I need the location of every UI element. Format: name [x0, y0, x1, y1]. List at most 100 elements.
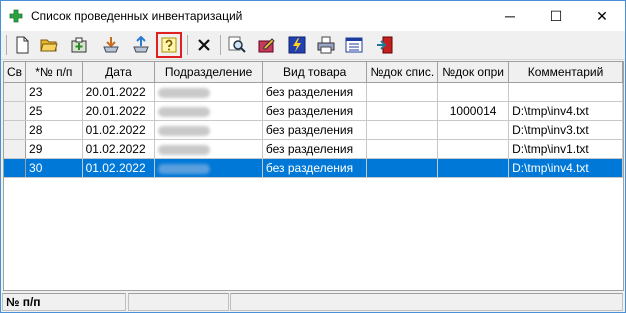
cell-receipt-doc — [437, 120, 510, 140]
col-header-receipt-doc[interactable]: №док опри — [437, 62, 510, 83]
cell-writeoff-doc — [366, 139, 439, 159]
cell-goods-type: без разделения — [262, 82, 368, 102]
app-cross-icon — [9, 9, 23, 23]
cell-department — [154, 101, 263, 121]
help-query-button[interactable] — [156, 32, 182, 58]
edit-button[interactable] — [255, 33, 279, 57]
exit-door-icon — [377, 36, 393, 54]
print-icon — [317, 36, 335, 54]
redacted-department — [158, 107, 211, 117]
toolbar — [1, 31, 625, 60]
title-bar: Список проведенных инвентаризаций ─ ☐ ✕ — [1, 1, 625, 31]
search-button[interactable] — [225, 33, 249, 57]
cell-date: 01.02.2022 — [82, 120, 156, 140]
toolbar-divider — [220, 35, 221, 55]
cell-receipt-doc — [437, 82, 510, 102]
cell-date: 20.01.2022 — [82, 101, 156, 121]
row-indicator[interactable] — [4, 101, 27, 121]
execute-lightning-icon — [288, 36, 306, 54]
redacted-department — [158, 126, 211, 136]
cell-num: 30 — [25, 158, 83, 178]
redacted-department — [158, 88, 211, 98]
minimize-button[interactable]: ─ — [487, 1, 533, 31]
edit-pencil-icon — [258, 38, 275, 53]
table-header: Св *№ п/п Дата Подразделение Вид товара … — [4, 62, 623, 83]
execute-button[interactable] — [285, 33, 309, 57]
add-item-icon — [71, 37, 87, 53]
new-document-button[interactable] — [10, 33, 34, 57]
cell-comment — [508, 82, 623, 102]
cell-department — [154, 120, 263, 140]
cell-goods-type: без разделения — [262, 101, 368, 121]
status-bar: № п/п — [1, 291, 625, 312]
cell-comment: D:\tmp\inv1.txt — [508, 139, 623, 159]
cell-comment: D:\tmp\inv4.txt — [508, 158, 623, 178]
status-field-3 — [230, 293, 623, 311]
search-magnifier-icon — [228, 36, 246, 53]
toolbar-divider — [6, 35, 7, 55]
maximize-button[interactable]: ☐ — [533, 1, 579, 31]
export-button[interactable] — [129, 33, 153, 57]
col-header-num[interactable]: *№ п/п — [25, 62, 83, 83]
cell-receipt-doc — [437, 139, 510, 159]
cell-goods-type: без разделения — [262, 120, 368, 140]
cell-num: 28 — [25, 120, 83, 140]
cell-num: 25 — [25, 101, 83, 121]
list-view-icon — [345, 37, 363, 53]
cell-writeoff-doc — [366, 101, 439, 121]
status-field-sort: № п/п — [2, 293, 126, 311]
cell-writeoff-doc — [366, 82, 439, 102]
cell-department — [154, 82, 263, 102]
delete-button[interactable] — [192, 33, 216, 57]
toolbar-divider — [187, 35, 188, 55]
row-indicator[interactable] — [4, 158, 27, 178]
cell-receipt-doc — [437, 158, 510, 178]
add-button[interactable] — [67, 33, 91, 57]
table-row[interactable]: 25 20.01.2022 без разделения 1000014 D:\… — [4, 101, 623, 121]
cell-date: 01.02.2022 — [82, 139, 156, 159]
table-row-selected[interactable]: 30 01.02.2022 без разделения D:\tmp\inv4… — [4, 158, 623, 178]
print-button[interactable] — [314, 33, 338, 57]
close-button[interactable]: ✕ — [579, 1, 625, 31]
table-row[interactable]: 28 01.02.2022 без разделения D:\tmp\inv3… — [4, 120, 623, 140]
cell-comment: D:\tmp\inv3.txt — [508, 120, 623, 140]
cell-date: 01.02.2022 — [82, 158, 156, 178]
app-window: Список проведенных инвентаризаций ─ ☐ ✕ — [0, 0, 626, 313]
col-header-sv[interactable]: Св — [4, 62, 27, 83]
row-indicator[interactable] — [4, 82, 27, 102]
cell-department — [154, 139, 263, 159]
col-header-department[interactable]: Подразделение — [154, 62, 263, 83]
cell-goods-type: без разделения — [262, 158, 368, 178]
col-header-goods-type[interactable]: Вид товара — [262, 62, 368, 83]
status-field-2 — [128, 293, 229, 311]
cell-receipt-doc: 1000014 — [437, 101, 510, 121]
col-header-date[interactable]: Дата — [82, 62, 156, 83]
help-query-icon — [161, 37, 177, 53]
exit-button[interactable] — [373, 33, 397, 57]
cell-department — [154, 158, 263, 178]
inventory-grid: Св *№ п/п Дата Подразделение Вид товара … — [4, 62, 623, 178]
redacted-department — [158, 164, 211, 174]
cell-comment: D:\tmp\inv4.txt — [508, 101, 623, 121]
table-row[interactable]: 23 20.01.2022 без разделения — [4, 82, 623, 102]
open-button[interactable] — [37, 33, 61, 57]
cell-num: 23 — [25, 82, 83, 102]
export-up-icon — [133, 36, 149, 53]
delete-x-icon — [198, 39, 210, 51]
cell-num: 29 — [25, 139, 83, 159]
row-indicator[interactable] — [4, 139, 27, 159]
import-down-icon — [103, 37, 119, 53]
cell-goods-type: без разделения — [262, 139, 368, 159]
redacted-department — [158, 145, 211, 155]
window-title: Список проведенных инвентаризаций — [31, 9, 243, 23]
open-folder-icon — [40, 39, 58, 52]
list-view-button[interactable] — [342, 33, 366, 57]
row-indicator[interactable] — [4, 120, 27, 140]
col-header-writeoff-doc[interactable]: №док спис. — [366, 62, 439, 83]
new-document-icon — [16, 36, 29, 54]
inventory-table[interactable]: Св *№ п/п Дата Подразделение Вид товара … — [3, 61, 624, 291]
table-row[interactable]: 29 01.02.2022 без разделения D:\tmp\inv1… — [4, 139, 623, 159]
col-header-comment[interactable]: Комментарий — [508, 62, 623, 83]
import-button[interactable] — [99, 33, 123, 57]
cell-writeoff-doc — [366, 120, 439, 140]
